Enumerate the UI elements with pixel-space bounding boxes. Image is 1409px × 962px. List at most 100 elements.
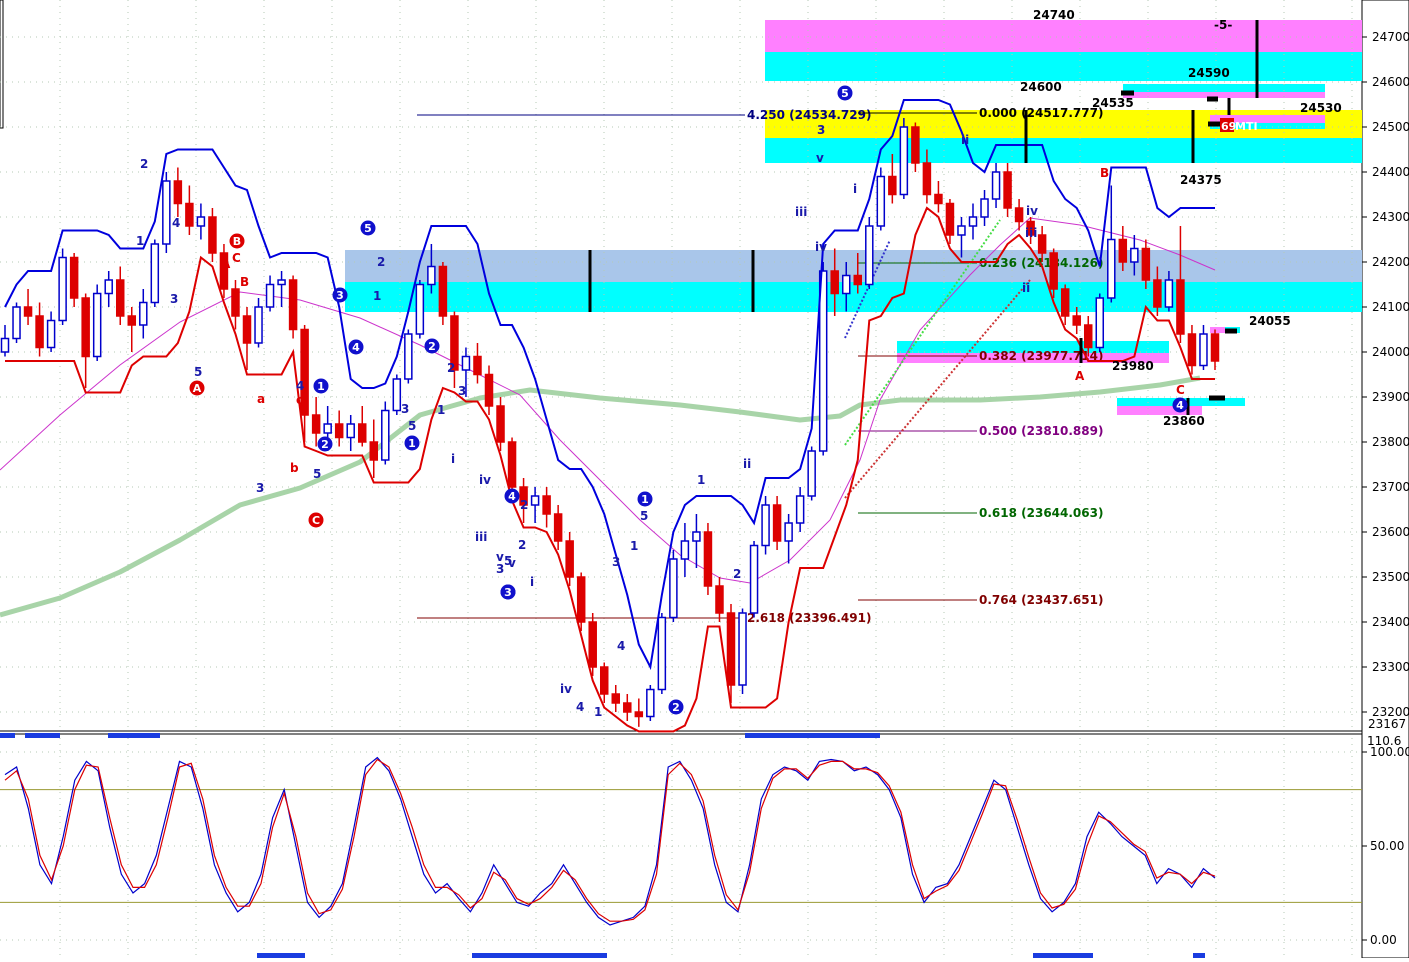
wave-circle-text: 1 — [641, 493, 649, 506]
wave-label: c — [296, 393, 303, 407]
price-axis-box — [1361, 0, 1409, 959]
candle-body — [415, 283, 425, 335]
price-candle — [58, 248, 67, 325]
circled-wave-label: A — [189, 380, 205, 396]
candle-body — [1118, 238, 1128, 263]
wave-label: iii — [475, 530, 487, 544]
circled-wave-label: C — [308, 512, 324, 528]
chart-svg: 4.250 (24534.729) 0.000 (24517.777)0.236 … — [0, 0, 1409, 959]
candle-body — [1176, 279, 1185, 335]
fib-label: 4.250 (24534.729) — [747, 108, 871, 122]
candle-body — [934, 193, 943, 205]
price-candle — [381, 401, 390, 465]
candle-body — [1107, 238, 1116, 299]
candle-body — [634, 711, 644, 718]
wave-label: i — [853, 182, 857, 196]
wave-5-marker: -5- — [1214, 18, 1232, 32]
wave-label: 5 — [640, 509, 648, 523]
signal-bar — [745, 733, 880, 738]
wave-label: 1 — [630, 539, 638, 553]
wave-label: iv — [815, 240, 827, 254]
candle-body — [968, 216, 978, 227]
zone-magenta-top — [765, 20, 1362, 52]
candle-body — [254, 306, 263, 344]
zone-cyan-right — [1123, 84, 1325, 92]
wave-label: 1 — [594, 705, 602, 719]
candle-body — [196, 216, 206, 227]
wave-circle-text: 5 — [364, 222, 372, 235]
level-label: 24530 — [1300, 101, 1342, 115]
signal-bar — [25, 733, 60, 738]
price-tick-label: 23700. — [1372, 480, 1409, 494]
candle-body — [484, 373, 494, 407]
level-label: 23860 — [1163, 414, 1205, 428]
mti-label: MTI — [1235, 120, 1258, 133]
candle-body — [1141, 247, 1151, 281]
wave-label: 5 — [504, 554, 512, 568]
candle-body — [23, 306, 33, 317]
wave-label: ii — [961, 133, 969, 147]
zone-cyan-top — [765, 52, 1362, 81]
price-tick-label: 24100. — [1372, 300, 1409, 314]
fib-label: 0.764 (23437.651) — [979, 593, 1103, 607]
price-candle — [438, 262, 448, 325]
candle-body — [58, 256, 67, 322]
price-tick-label: 24300. — [1372, 210, 1409, 224]
wave-circle-text: 3 — [336, 289, 344, 302]
circled-wave-label: 2 — [424, 338, 440, 354]
wave-label: B — [240, 275, 249, 289]
level-label: 24740 — [1033, 8, 1075, 22]
wave-label: b — [290, 461, 299, 475]
candle-body — [1153, 279, 1162, 308]
level-label: 23980 — [1112, 359, 1154, 373]
candle-body — [772, 504, 782, 542]
candle-body — [507, 441, 517, 488]
candle-body — [162, 180, 171, 245]
wave-circle-text: 4 — [508, 490, 516, 503]
candle-body — [888, 175, 897, 196]
candle-body — [980, 198, 989, 218]
circled-wave-label: 1 — [404, 435, 420, 451]
wave-label: ii — [1022, 281, 1030, 295]
zone-magenta-right — [1123, 92, 1325, 98]
wave-circle-text: A — [193, 382, 202, 395]
candle-body — [438, 265, 448, 317]
circled-wave-label: 4 — [504, 488, 520, 504]
candle-body — [265, 283, 275, 308]
price-candle — [703, 523, 713, 595]
wave-circle-text: 2 — [321, 438, 329, 451]
circled-wave-label: 2 — [668, 699, 684, 715]
candle-body — [922, 162, 932, 196]
candle-body — [749, 544, 759, 614]
zone-cyan-low — [345, 282, 1362, 312]
candle-body — [277, 279, 286, 286]
candle-body — [611, 693, 621, 704]
wave-label: iii — [795, 205, 807, 219]
candle-body — [381, 409, 390, 461]
signal-bar — [1193, 953, 1205, 958]
circled-wave-label: 1 — [637, 491, 653, 507]
wave-label: 2 — [733, 567, 741, 581]
zone-blue — [345, 250, 1362, 282]
circled-wave-label: 3 — [500, 584, 516, 600]
wave-label: 1 — [373, 289, 381, 303]
wave-label: 5 — [194, 365, 202, 379]
candle-body — [841, 274, 851, 295]
signal-bar — [472, 953, 607, 958]
wave-label: C — [232, 251, 241, 265]
wave-circle-text: C — [312, 514, 320, 527]
candle-body — [911, 126, 920, 164]
price-candle — [865, 217, 874, 289]
fib-label: 0.618 (23644.063) — [979, 506, 1103, 520]
price-candle — [415, 280, 425, 339]
wave-circle-text: 5 — [841, 87, 849, 100]
circled-wave-label: 5 — [837, 85, 853, 101]
wave-label: 4 — [296, 379, 304, 393]
osc-tick-label: 0.00 — [1370, 933, 1397, 947]
candle-body — [323, 423, 332, 434]
circled-wave-label: 4 — [348, 339, 364, 355]
price-candle — [876, 167, 886, 231]
wave-label: iv — [560, 682, 572, 696]
candle-body — [242, 315, 252, 344]
wave-label: 2 — [518, 538, 526, 552]
